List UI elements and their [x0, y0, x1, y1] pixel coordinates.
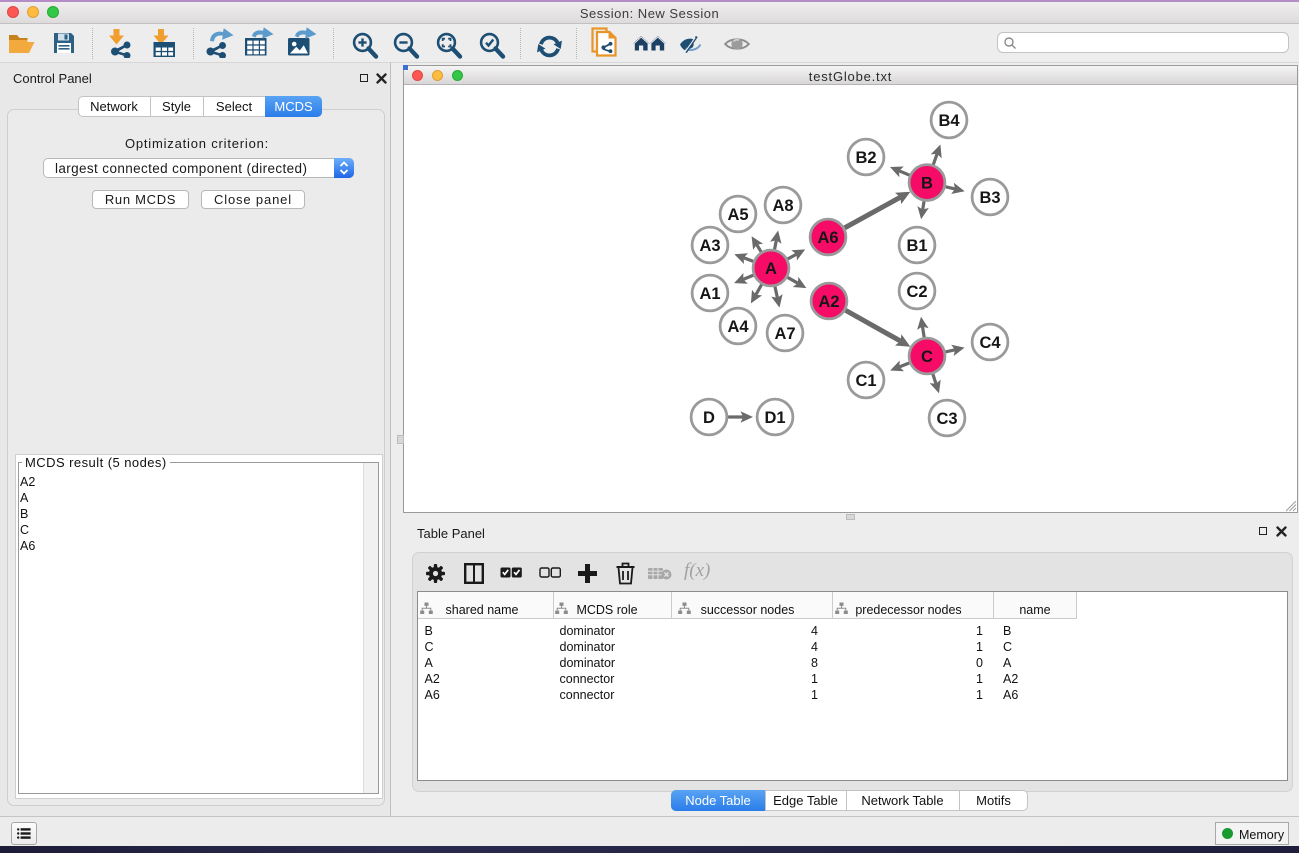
svg-text:A7: A7 [774, 325, 795, 343]
svg-text:A: A [765, 260, 777, 278]
svg-text:B2: B2 [855, 149, 876, 167]
svg-text:C: C [921, 348, 933, 366]
svg-text:B: B [921, 175, 933, 193]
svg-text:A4: A4 [727, 318, 749, 336]
svg-text:D: D [703, 409, 715, 427]
svg-text:C1: C1 [855, 372, 876, 390]
svg-text:D1: D1 [764, 409, 785, 427]
svg-text:C3: C3 [936, 410, 957, 428]
svg-text:A3: A3 [699, 237, 720, 255]
svg-text:B3: B3 [979, 189, 1000, 207]
svg-text:B4: B4 [938, 112, 960, 130]
svg-text:A8: A8 [772, 197, 793, 215]
svg-text:B1: B1 [906, 237, 927, 255]
svg-text:C4: C4 [979, 334, 1001, 352]
svg-text:C2: C2 [906, 283, 927, 301]
svg-text:A5: A5 [727, 206, 748, 224]
svg-text:A2: A2 [818, 293, 839, 311]
svg-text:A1: A1 [699, 285, 720, 303]
svg-text:A6: A6 [817, 229, 838, 247]
